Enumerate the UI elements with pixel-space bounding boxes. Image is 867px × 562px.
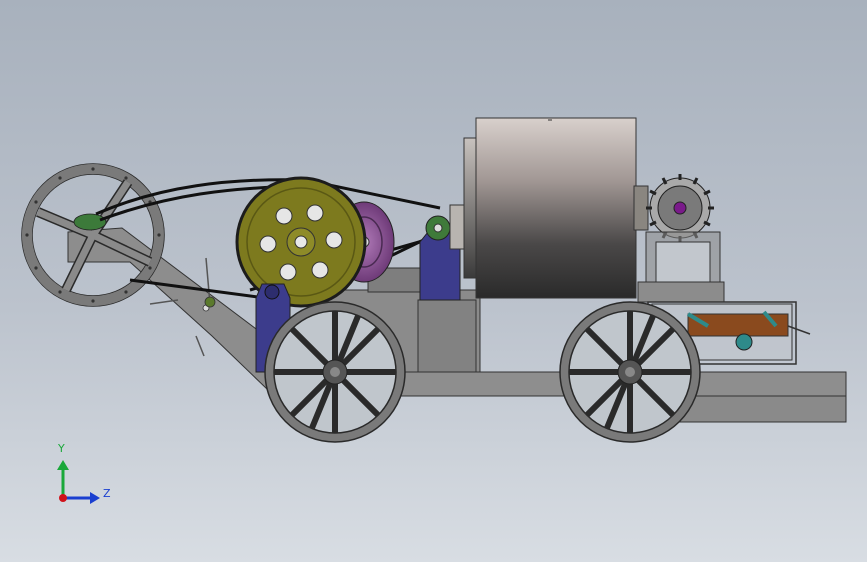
z-axis-label: Z (103, 487, 111, 500)
olive-pulley (235, 176, 367, 308)
handwheel (21, 163, 165, 307)
machine-model (21, 117, 847, 504)
axis-triad-icon (57, 460, 100, 504)
mixing-drum (449, 117, 649, 299)
rear-wheel (559, 301, 701, 443)
front-wheel (264, 301, 406, 443)
cad-viewport[interactable]: Y Z (0, 0, 867, 562)
y-axis-label: Y (58, 442, 65, 455)
